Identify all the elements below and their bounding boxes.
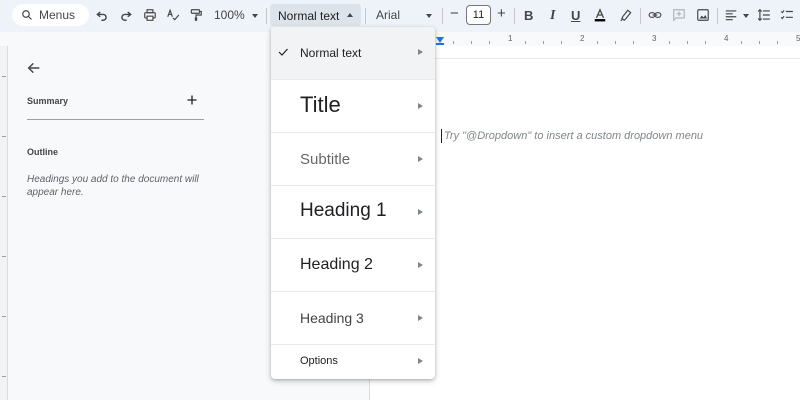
submenu-arrow-icon xyxy=(418,49,423,55)
align-button[interactable] xyxy=(722,6,740,24)
toolbar-divider xyxy=(442,8,443,24)
align-chevron-down-icon xyxy=(743,14,749,18)
highlight-color-button[interactable] xyxy=(617,6,635,24)
italic-button[interactable]: I xyxy=(550,8,555,24)
zoom-select[interactable]: 100% xyxy=(214,8,245,22)
vertical-ruler xyxy=(0,46,8,400)
outline-hint-text: Headings you add to the document will ap… xyxy=(27,174,199,198)
font-family-select[interactable]: Arial xyxy=(376,8,400,22)
toolbar-divider xyxy=(640,8,641,24)
add-comment-icon xyxy=(673,9,685,22)
toolbar-divider xyxy=(266,8,267,24)
paragraph-style-menu: Normal text Title Subtitle Heading 1 Hea… xyxy=(271,27,435,379)
submenu-arrow-icon xyxy=(418,315,423,321)
insert-image-button[interactable] xyxy=(694,6,712,24)
paint-format-icon xyxy=(190,9,202,21)
font-chevron-down-icon xyxy=(426,14,432,18)
paragraph-style-label: Normal text xyxy=(278,9,340,23)
undo-icon xyxy=(96,11,107,21)
submenu-arrow-icon xyxy=(418,156,423,162)
style-option-options[interactable]: Options xyxy=(271,345,435,379)
style-option-normal-text[interactable]: Normal text xyxy=(271,27,435,80)
outline-label: Outline xyxy=(27,147,58,157)
toolbar-divider xyxy=(365,8,366,24)
first-line-indent-marker[interactable] xyxy=(436,43,444,45)
style-option-label: Title xyxy=(300,92,341,117)
paragraph-style-select[interactable]: Normal text xyxy=(270,4,361,26)
style-option-label: Options xyxy=(300,355,338,367)
image-icon xyxy=(697,9,709,21)
back-arrow-icon[interactable] xyxy=(26,60,42,76)
menus-label: Menus xyxy=(39,8,76,22)
ruler-number: 4 xyxy=(724,34,729,43)
spellcheck-icon xyxy=(167,8,180,21)
horizontal-ruler: 1 2 3 4 5 xyxy=(435,32,800,46)
dropdown-placeholder-hint: Try "@Dropdown" to insert a custom dropd… xyxy=(444,130,704,142)
submenu-arrow-icon xyxy=(418,209,423,215)
summary-divider xyxy=(27,119,204,120)
bold-button[interactable]: B xyxy=(524,8,533,23)
search-icon xyxy=(22,10,32,20)
toolbar-divider xyxy=(717,8,718,24)
redo-icon xyxy=(121,11,132,21)
submenu-arrow-icon xyxy=(418,103,423,109)
text-cursor xyxy=(441,129,442,143)
redo-button[interactable] xyxy=(117,6,135,24)
summary-label: Summary xyxy=(27,96,69,106)
style-option-subtitle[interactable]: Subtitle xyxy=(271,133,435,186)
ruler-number: 1 xyxy=(508,34,513,43)
style-option-label: Normal text xyxy=(300,46,362,60)
style-option-heading-2[interactable]: Heading 2 xyxy=(271,239,435,292)
print-icon xyxy=(144,9,156,21)
submenu-arrow-icon xyxy=(418,262,423,268)
add-summary-button[interactable] xyxy=(186,94,198,106)
ruler-number: 5 xyxy=(796,34,800,43)
style-option-label: Heading 1 xyxy=(300,200,387,221)
menus-search-button[interactable]: Menus xyxy=(12,4,89,26)
underline-button[interactable]: U xyxy=(571,8,580,23)
increase-font-size-button[interactable]: + xyxy=(497,5,506,22)
style-option-label: Heading 2 xyxy=(300,256,373,273)
ruler-number: 2 xyxy=(580,34,585,43)
submenu-arrow-icon xyxy=(418,358,423,364)
align-left-icon xyxy=(725,10,737,21)
paint-format-button[interactable] xyxy=(187,6,205,24)
line-spacing-button[interactable] xyxy=(755,6,773,24)
insert-link-button[interactable] xyxy=(646,6,664,24)
style-option-label: Heading 3 xyxy=(300,310,364,326)
add-comment-button[interactable] xyxy=(670,6,688,24)
checkmark-icon xyxy=(278,48,288,56)
checklist-icon xyxy=(780,9,793,20)
ruler-number: 3 xyxy=(652,34,657,43)
zoom-chevron-down-icon xyxy=(252,14,258,18)
highlighter-icon xyxy=(620,9,632,22)
toolbar-divider xyxy=(514,8,515,24)
line-spacing-icon xyxy=(757,8,770,22)
print-button[interactable] xyxy=(141,6,159,24)
checklist-button[interactable] xyxy=(778,6,796,24)
undo-button[interactable] xyxy=(93,6,111,24)
style-option-title[interactable]: Title xyxy=(271,80,435,133)
style-option-heading-1[interactable]: Heading 1 xyxy=(271,186,435,239)
link-icon xyxy=(648,12,662,18)
text-color-icon xyxy=(594,8,606,22)
font-size-input[interactable]: 11 xyxy=(466,5,491,25)
spellcheck-button[interactable] xyxy=(164,6,182,24)
style-option-label: Subtitle xyxy=(300,151,351,168)
style-option-heading-3[interactable]: Heading 3 xyxy=(271,292,435,345)
text-color-button[interactable] xyxy=(591,6,609,24)
decrease-font-size-button[interactable]: − xyxy=(450,5,459,22)
style-chevron-up-icon xyxy=(347,13,353,17)
